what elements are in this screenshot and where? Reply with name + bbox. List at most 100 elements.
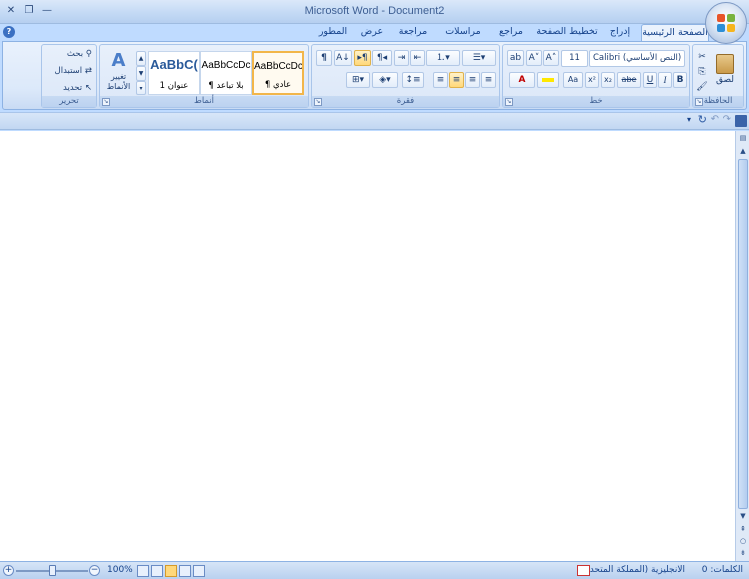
justify-button[interactable]: ≡: [433, 72, 448, 88]
borders-button[interactable]: ⊞▾: [346, 72, 370, 88]
font-name-value: Calibri (النص الأساسي): [593, 53, 682, 63]
style-heading-1-sample: AaBbC(: [150, 57, 198, 72]
tab-page-layout[interactable]: تخطيط الصفحة: [534, 24, 600, 42]
font-color-button[interactable]: A: [509, 72, 535, 88]
paragraph-launcher-icon[interactable]: ↘: [314, 98, 322, 106]
word-count[interactable]: الكلمات: 0: [702, 565, 743, 575]
align-right-button[interactable]: ≡: [481, 72, 496, 88]
paste-label: لصق: [715, 75, 735, 85]
replace-button[interactable]: استبدال ⇄: [55, 66, 92, 76]
style-normal[interactable]: AaBbCcDc ¶ عادي: [252, 51, 304, 95]
rtl-direction-button[interactable]: ¶◂: [372, 50, 392, 66]
editing-group: بحث ⚲ استبدال ⇄ تحديد ↖ تحرير: [41, 44, 97, 108]
grow-font-icon[interactable]: A˄: [543, 50, 559, 66]
ltr-direction-button[interactable]: ▸¶: [354, 50, 371, 66]
style-normal-sample: AaBbCcDc: [254, 61, 302, 72]
cut-icon[interactable]: ✂: [695, 49, 709, 62]
change-styles-label: تغيير الأنماط: [106, 72, 131, 91]
tab-developer[interactable]: المطور: [314, 24, 352, 42]
style-heading-1[interactable]: AaBbC( عنوان 1: [148, 51, 200, 95]
format-painter-icon[interactable]: 🖌: [695, 79, 709, 92]
font-name-select[interactable]: Calibri (النص الأساسي): [589, 50, 685, 67]
redo-icon[interactable]: ↷: [723, 114, 731, 125]
repeat-icon[interactable]: ↻: [698, 113, 707, 126]
title-bar: ✕ ❐ — Microsoft Word - Document2: [0, 0, 749, 24]
styles-group-label: أنماط: [100, 96, 308, 107]
zoom-out-icon[interactable]: −: [89, 565, 100, 576]
zoom-slider-thumb[interactable]: [49, 565, 56, 576]
cursor-icon: ↖: [84, 83, 92, 93]
font-size-select[interactable]: 11: [561, 50, 588, 67]
change-case-button[interactable]: Aa: [563, 72, 583, 88]
language-indicator[interactable]: الانجليزية (المملكة المتحدة): [581, 565, 685, 575]
align-left-button[interactable]: ≡: [449, 72, 464, 88]
styles-more-icon[interactable]: ▾: [136, 81, 146, 95]
replace-label: استبدال: [54, 66, 83, 76]
customize-qat-icon[interactable]: ▾: [687, 115, 691, 124]
office-button[interactable]: [705, 2, 747, 44]
subscript-button[interactable]: x₂: [601, 72, 615, 88]
proofing-icon[interactable]: [577, 565, 590, 576]
strikethrough-button[interactable]: abe: [617, 72, 641, 88]
align-center-button[interactable]: ≡: [465, 72, 480, 88]
select-label: تحديد: [63, 83, 83, 93]
tab-review[interactable]: مراجعة: [392, 24, 434, 42]
find-button[interactable]: بحث ⚲: [67, 49, 92, 59]
styles-launcher-icon[interactable]: ↘: [102, 98, 110, 106]
styles-scroll-up-icon[interactable]: ▲: [136, 51, 146, 66]
save-icon[interactable]: [735, 115, 747, 127]
undo-icon[interactable]: ↶: [711, 114, 719, 125]
bold-button[interactable]: B: [673, 72, 687, 88]
line-spacing-button[interactable]: ↕≡: [402, 72, 424, 88]
paste-button[interactable]: لصق: [709, 51, 741, 91]
zoom-level[interactable]: 100%: [107, 565, 133, 575]
increase-indent-button[interactable]: ⇥: [394, 50, 409, 66]
office-logo-icon: [717, 14, 735, 32]
underline-button[interactable]: U: [643, 72, 657, 88]
ribbon-tabs: الصفحة الرئيسية إدراج تخطيط الصفحة مراجع…: [0, 24, 749, 42]
numbering-button[interactable]: ⒈▾: [426, 50, 460, 66]
style-no-spacing[interactable]: AaBbCcDc ¶ بلا تباعد: [200, 51, 252, 95]
document-canvas[interactable]: [0, 131, 735, 561]
decrease-indent-button[interactable]: ⇤: [410, 50, 425, 66]
show-marks-button[interactable]: ¶: [316, 50, 332, 66]
tab-references[interactable]: مراجع: [492, 24, 530, 42]
sort-button[interactable]: A↓: [334, 50, 352, 66]
previous-page-icon[interactable]: ⇞: [737, 524, 749, 535]
superscript-button[interactable]: x²: [585, 72, 599, 88]
print-layout-view-icon[interactable]: [165, 565, 177, 577]
style-no-spacing-name: ¶ بلا تباعد: [208, 81, 244, 91]
clipboard-launcher-icon[interactable]: ↘: [695, 98, 703, 106]
binoculars-icon: ⚲: [85, 49, 92, 59]
scroll-down-icon[interactable]: ▼: [737, 511, 749, 522]
select-button[interactable]: تحديد ↖: [63, 83, 92, 93]
bullets-button[interactable]: ☰▾: [462, 50, 496, 66]
scroll-up-icon[interactable]: ▲: [737, 146, 749, 157]
scrollbar-thumb[interactable]: [738, 159, 748, 509]
clear-formatting-icon[interactable]: ab: [507, 50, 524, 66]
next-page-icon[interactable]: ⇟: [737, 548, 749, 559]
tab-mailings[interactable]: مراسلات: [438, 24, 488, 42]
outline-view-icon[interactable]: [151, 565, 163, 577]
ruler-toggle-icon[interactable]: ▤: [737, 133, 749, 144]
vertical-scrollbar[interactable]: ▤ ▲ ▼ ⇞ ○ ⇟: [735, 131, 749, 561]
web-layout-view-icon[interactable]: [193, 565, 205, 577]
tab-insert[interactable]: إدراج: [603, 24, 637, 42]
view-buttons: [137, 565, 205, 577]
full-screen-view-icon[interactable]: [179, 565, 191, 577]
tab-home[interactable]: الصفحة الرئيسية: [641, 24, 709, 42]
styles-scroll-down-icon[interactable]: ▼: [136, 66, 146, 81]
italic-button[interactable]: I: [658, 72, 672, 88]
browse-object-icon[interactable]: ○: [737, 536, 749, 547]
copy-icon[interactable]: ⎘: [695, 64, 709, 77]
shading-button[interactable]: ◈▾: [372, 72, 398, 88]
tab-view[interactable]: عرض: [356, 24, 388, 42]
clipboard-group: لصق ✂ ⎘ 🖌 الحافظة ↘: [692, 44, 744, 108]
change-styles-button[interactable]: A تغيير الأنماط: [102, 49, 135, 95]
zoom-in-icon[interactable]: +: [3, 565, 14, 576]
highlight-color-button[interactable]: [537, 72, 559, 88]
shrink-font-icon[interactable]: A˅: [526, 50, 542, 66]
style-normal-name: ¶ عادي: [264, 80, 292, 90]
draft-view-icon[interactable]: [137, 565, 149, 577]
font-launcher-icon[interactable]: ↘: [505, 98, 513, 106]
